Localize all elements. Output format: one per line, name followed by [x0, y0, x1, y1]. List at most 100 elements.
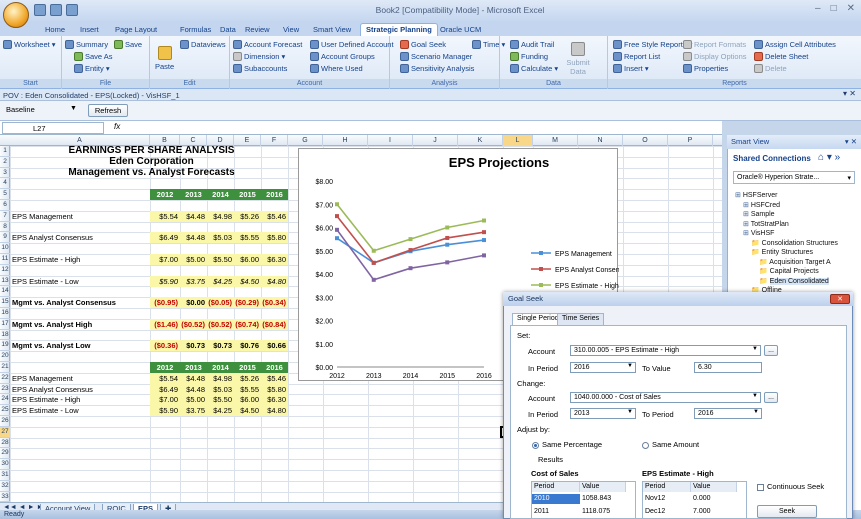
value-cell[interactable]: $5.55	[234, 383, 261, 395]
diff-cell[interactable]: ($0.29)	[234, 297, 261, 309]
diff-label[interactable]: Mgmt vs. Analyst Low	[12, 340, 142, 351]
server-dropdown[interactable]: Oracle® Hyperion Strate... ▾	[733, 171, 855, 184]
account-groups-button[interactable]: Account Groups	[310, 52, 375, 61]
value-cell[interactable]: $7.00	[150, 394, 180, 406]
save-as-button[interactable]: Save As	[74, 52, 113, 61]
column-header-m[interactable]: M	[533, 135, 578, 146]
value-cell[interactable]: $4.25	[207, 405, 234, 417]
row-label[interactable]: EPS Analyst Consensus	[12, 232, 142, 243]
row-header-31[interactable]: 31	[0, 470, 10, 481]
where-used-button[interactable]: Where Used	[310, 64, 363, 73]
diff-cell[interactable]: $0.66	[261, 340, 288, 352]
same-percentage-radio[interactable]: Same Percentage	[532, 440, 602, 449]
value-cell[interactable]: $6.30	[261, 394, 288, 406]
tree-item[interactable]: 📁 Consolidation Structures	[751, 239, 838, 247]
table-cell[interactable]: 1118.075	[580, 507, 626, 517]
row-header-14[interactable]: 14	[0, 286, 10, 298]
row-header-32[interactable]: 32	[0, 481, 10, 492]
same-amount-radio[interactable]: Same Amount	[642, 440, 699, 449]
diff-cell[interactable]: $0.73	[207, 340, 234, 352]
value-cell[interactable]: $4.48	[180, 210, 207, 222]
tree-item[interactable]: ⊞ HSFServer	[735, 191, 777, 199]
value-cell[interactable]: $6.30	[261, 254, 288, 265]
table-cell[interactable]: 0.000	[691, 494, 737, 504]
value-cell[interactable]: $5.50	[207, 254, 234, 265]
diff-cell[interactable]: ($0.34)	[261, 297, 288, 309]
row-header-18[interactable]: 18	[0, 330, 10, 341]
tree-item[interactable]: ⊞ Sample	[743, 210, 775, 218]
sheet-title[interactable]: EARNINGS PER SHARE ANALYSIS	[10, 145, 293, 156]
value-cell[interactable]: $4.80	[261, 275, 288, 287]
summary-button[interactable]: Summary	[65, 40, 108, 49]
row-header-16[interactable]: 16	[0, 308, 10, 319]
report-formats-button[interactable]: Report Formats	[683, 40, 746, 49]
diff-cell[interactable]: ($0.95)	[150, 297, 180, 309]
value-cell[interactable]: $4.25	[207, 275, 234, 287]
table-cell[interactable]: 2011	[532, 507, 580, 517]
close-button[interactable]: ✕	[847, 3, 855, 14]
year-header[interactable]: 2015	[234, 189, 261, 201]
value-cell[interactable]: $4.48	[180, 383, 207, 395]
undo-icon[interactable]	[50, 4, 62, 16]
diff-cell[interactable]: ($0.52)	[207, 318, 234, 330]
home-icon[interactable]: ⌂ ▾ »	[818, 152, 840, 163]
tab-insert[interactable]: Insert	[80, 23, 99, 36]
change-period-select[interactable]: 2013 ▼	[570, 408, 636, 419]
insert-button[interactable]: Insert ▾	[613, 64, 649, 73]
value-cell[interactable]: $3.75	[180, 275, 207, 287]
row-header-1[interactable]: 1	[0, 146, 10, 157]
row-header-20[interactable]: 20	[0, 351, 10, 362]
name-box[interactable]: L27	[2, 122, 104, 134]
row-label[interactable]: EPS Estimate - Low	[12, 276, 142, 287]
tab-home[interactable]: Home	[45, 23, 65, 36]
tab-formulas[interactable]: Formulas	[180, 23, 211, 36]
row-header-9[interactable]: 9	[0, 232, 10, 244]
column-header-l[interactable]: L	[503, 135, 533, 146]
row-header-5[interactable]: 5	[0, 189, 10, 200]
year-header[interactable]: 2013	[180, 362, 207, 373]
value-cell[interactable]: $5.46	[261, 210, 288, 222]
funding-button[interactable]: Funding	[510, 52, 548, 61]
year-header[interactable]: 2013	[180, 189, 207, 201]
row-label[interactable]: EPS Management	[12, 211, 142, 222]
tree-item[interactable]: 📁 Capital Projects	[759, 267, 819, 275]
table-cell[interactable]: 2010	[532, 494, 580, 504]
row-label[interactable]: EPS Estimate - High	[12, 394, 142, 405]
delete-sheet-button[interactable]: Delete Sheet	[754, 52, 808, 61]
sheet-caption[interactable]: Management vs. Analyst Forecasts	[10, 167, 293, 178]
tab-oracle-ucm[interactable]: Oracle UCM	[440, 23, 481, 36]
tree-item[interactable]: 📁 Acquisition Target A	[759, 258, 831, 266]
save-button[interactable]: Save	[114, 40, 142, 49]
column-header-g[interactable]: G	[288, 135, 323, 146]
row-header-28[interactable]: 28	[0, 438, 10, 449]
save-icon[interactable]	[34, 4, 46, 16]
value-cell[interactable]: $7.00	[150, 254, 180, 265]
value-cell[interactable]: $4.50	[234, 275, 261, 287]
year-header[interactable]: 2016	[261, 189, 288, 201]
worksheet-button[interactable]: Worksheet ▾	[3, 40, 56, 49]
row-header-10[interactable]: 10	[0, 243, 10, 254]
column-header-i[interactable]: I	[368, 135, 413, 146]
tab-single-period[interactable]: Single Period	[512, 313, 564, 325]
diff-cell[interactable]: $0.76	[234, 340, 261, 352]
row-label[interactable]: EPS Analyst Consensus	[12, 384, 142, 395]
row-header-29[interactable]: 29	[0, 448, 10, 460]
minimize-button[interactable]: –	[815, 3, 821, 14]
diff-cell[interactable]: ($0.05)	[207, 297, 234, 309]
tab-view[interactable]: View	[283, 23, 299, 36]
value-cell[interactable]: $5.90	[150, 405, 180, 417]
audit-trail-button[interactable]: Audit Trail	[510, 40, 554, 49]
row-header-3[interactable]: 3	[0, 168, 10, 179]
goal-seek-button[interactable]: Goal Seek	[400, 40, 446, 49]
value-cell[interactable]: $4.98	[207, 372, 234, 384]
value-cell[interactable]: $4.48	[180, 232, 207, 244]
free-style-reports-button[interactable]: Free Style Reports ▾	[613, 40, 692, 49]
paste-button[interactable]: Paste	[155, 46, 174, 71]
table-cell[interactable]: 1058.843	[580, 494, 626, 504]
row-header-25[interactable]: 25	[0, 405, 10, 416]
diff-label[interactable]: Mgmt vs. Analyst Consensus	[12, 297, 142, 308]
diff-cell[interactable]: ($0.74)	[234, 318, 261, 330]
tab-review[interactable]: Review	[245, 23, 270, 36]
column-header-h[interactable]: H	[323, 135, 368, 146]
row-header-30[interactable]: 30	[0, 459, 10, 470]
